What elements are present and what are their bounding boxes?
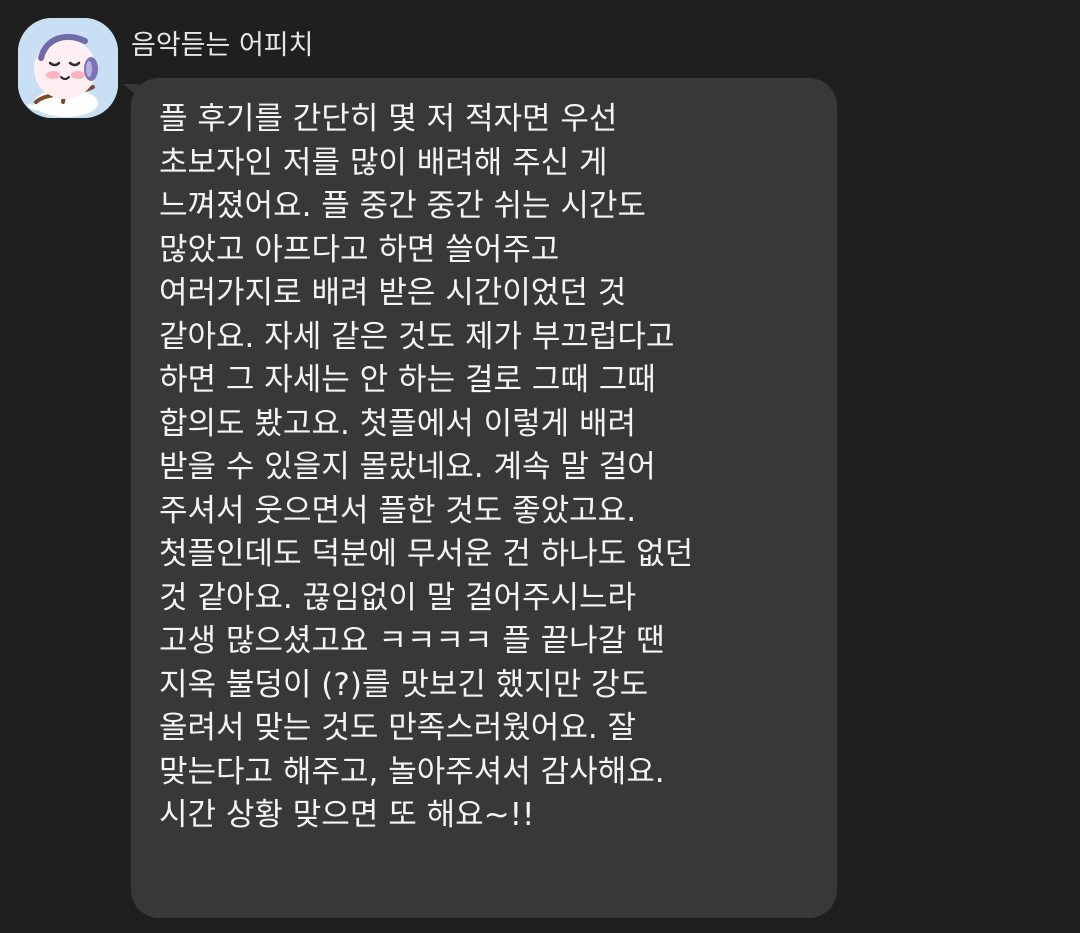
message-line: 지옥 불덩이 (?)를 맛보긴 했지만 강도	[159, 666, 649, 703]
message-line: 받을 수 있을지 몰랐네요. 계속 말 걸어	[159, 449, 656, 485]
message-line: 느껴졌어요. 플 중간 중간 쉬는 시간도	[159, 188, 646, 224]
apeach-headphones-icon	[18, 18, 118, 118]
message-text: 플 후기를 간단히 몇 저 적자면 우선 초보자인 저를 많이 배려해 주신 게…	[159, 98, 809, 838]
message-line: 맞는다고 해주고, 놀아주셔서 감사해요.	[159, 753, 665, 790]
message-line: 많았고 아프다고 하면 쓸어주고	[159, 231, 560, 268]
message-line: 하면 그 자세는 안 하는 걸로 그때 그때	[159, 362, 656, 398]
message-line: 초보자인 저를 많이 배려해 주신 게	[159, 144, 608, 181]
sender-name: 음악듣는 어피치	[131, 30, 314, 61]
message-line: 올려서 맞는 것도 만족스러웠어요. 잘	[159, 710, 637, 746]
chat-message-row: 음악듣는 어피치 플 후기를 간단히 몇 저 적자면 우선 초보자인 저를 많이…	[0, 0, 1080, 933]
message-line: 여러가지로 배려 받은 시간이었던 것	[159, 275, 627, 311]
message-line: 첫플인데도 덕분에 무서운 건 하나도 없던	[159, 536, 694, 572]
message-line: 시간 상황 맞으면 또 해요~!!	[159, 797, 535, 833]
message-line: 고생 많으셨고요 ㅋㅋㅋㅋ 플 끝나갈 땐	[159, 623, 665, 659]
message-line: 플 후기를 간단히 몇 저 적자면 우선	[159, 101, 618, 137]
message-line: 같아요. 자세 같은 것도 제가 부끄럽다고	[159, 318, 675, 355]
message-line: 것 같아요. 끊임없이 말 걸어주시느라	[159, 579, 637, 616]
message-bubble[interactable]: 플 후기를 간단히 몇 저 적자면 우선 초보자인 저를 많이 배려해 주신 게…	[131, 78, 837, 918]
avatar[interactable]	[18, 18, 118, 118]
message-line: 합의도 봤고요. 첫플에서 이렇게 배려	[159, 405, 637, 442]
message-line: 주셔서 웃으면서 플한 것도 좋았고요.	[159, 492, 637, 529]
